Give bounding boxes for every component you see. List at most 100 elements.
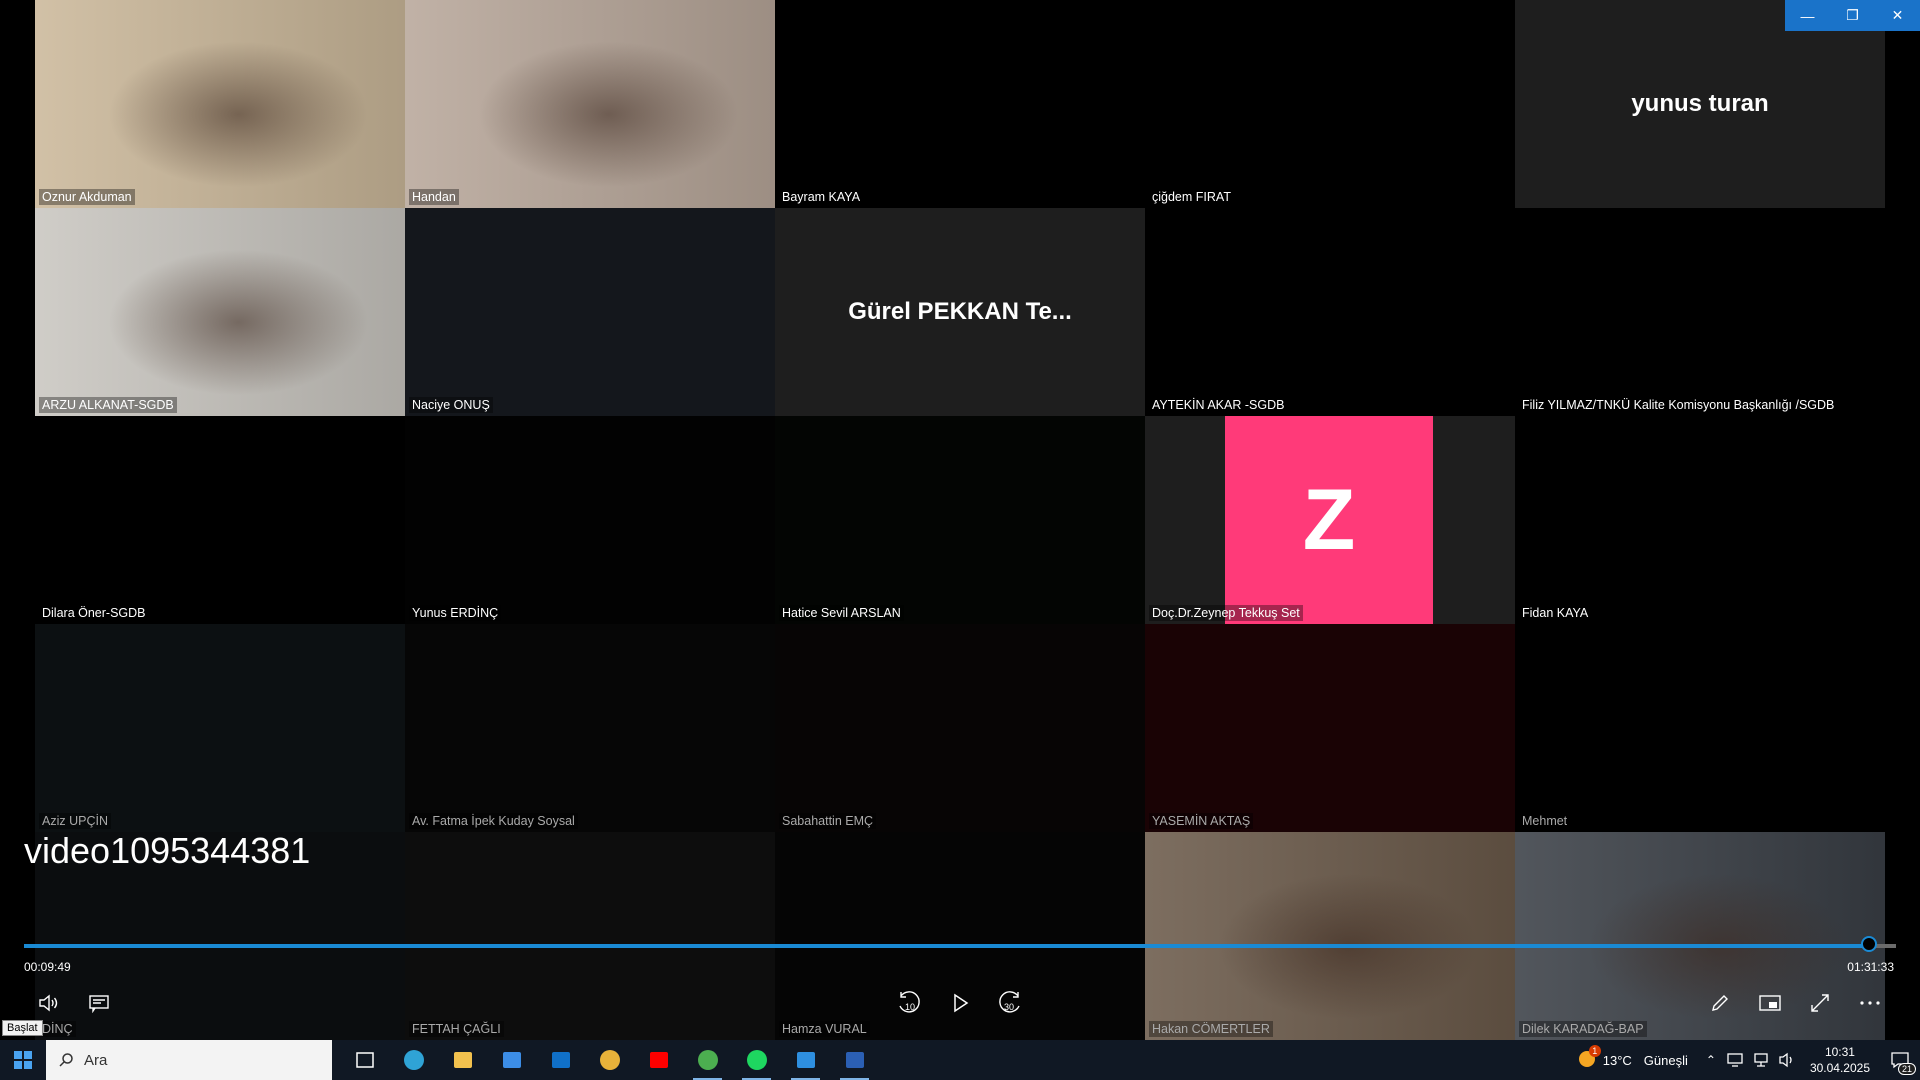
participant-name: Hamza VURAL xyxy=(779,1021,870,1037)
chrome-profile-icon xyxy=(697,1050,718,1070)
captions-icon xyxy=(89,995,109,1013)
speaker-icon[interactable] xyxy=(1778,1052,1796,1068)
clock-date: 30.04.2025 xyxy=(1809,1061,1870,1075)
participant-tile[interactable]: Oznur Akduman xyxy=(35,0,405,208)
fullscreen-icon xyxy=(1811,994,1829,1012)
participant-video xyxy=(35,208,405,416)
weather-badge: 1 xyxy=(1588,1044,1601,1057)
weather-widget[interactable]: 1 xyxy=(1577,1044,1601,1072)
participant-name: Fidan KAYA xyxy=(1519,605,1592,621)
start-tooltip: Başlat xyxy=(2,1020,43,1036)
volume-button[interactable] xyxy=(32,986,66,1020)
participant-grid: Oznur Akduman Handan Bayram KAYA çiğdem FIR… xyxy=(35,0,1885,1040)
participant-tile[interactable]: Gürel PEKKAN Te... xyxy=(775,208,1145,416)
participant-name: ARZU ALKANAT-SGDB xyxy=(39,397,177,413)
clock-time: 10:31 xyxy=(1824,1045,1855,1059)
miniplayer-icon xyxy=(1759,995,1781,1011)
miniplayer-button[interactable] xyxy=(1753,986,1787,1020)
participant-tile[interactable]: Handan xyxy=(405,0,775,208)
taskbar: Ara 1 13°C Güneşli ⌃ 10:31 30.04.2025 21 xyxy=(0,1040,1920,1080)
participant-tile[interactable]: çiğdem FIRAT xyxy=(1145,0,1515,208)
taskbar-app-button[interactable] xyxy=(585,1040,634,1080)
taskbar-app-button[interactable] xyxy=(536,1040,585,1080)
taskbar-app-button[interactable] xyxy=(781,1040,830,1080)
file-explorer-icon xyxy=(453,1052,472,1068)
participant-name: Handan xyxy=(409,189,459,205)
rewind-10-button[interactable]: 10 xyxy=(892,986,926,1020)
participant-tile[interactable]: Filiz YILMAZ/TNKÜ Kalite Komisyonu Başka… xyxy=(1515,208,1885,416)
participant-display-name: yunus turan xyxy=(1631,90,1769,117)
store-icon xyxy=(502,1052,521,1068)
system-tray: 1 13°C Güneşli ⌃ 10:31 30.04.2025 21 xyxy=(1577,1040,1920,1080)
participant-tile[interactable]: Naciye ONUŞ xyxy=(405,208,775,416)
participant-name: YASEMİN AKTAŞ xyxy=(1149,813,1254,829)
edge-icon xyxy=(403,1050,424,1070)
taskbar-app-button[interactable] xyxy=(732,1040,781,1080)
participant-tile[interactable]: FETTAH ÇAĞLI xyxy=(405,832,775,1040)
task-view-icon xyxy=(355,1052,374,1068)
participant-tile[interactable]: Yunus ERDİNÇ xyxy=(405,416,775,624)
chevron-up-icon[interactable]: ⌃ xyxy=(1706,1053,1716,1067)
search-icon xyxy=(59,1053,73,1067)
volume-icon xyxy=(39,994,58,1012)
media-player-icon xyxy=(796,1052,815,1068)
clock[interactable]: 10:31 30.04.2025 xyxy=(1810,1044,1870,1076)
start-button[interactable] xyxy=(0,1040,46,1080)
participant-tile[interactable]: Aziz UPÇİN xyxy=(35,624,405,832)
search-placeholder: Ara xyxy=(84,1051,108,1069)
windows-logo-icon xyxy=(14,1051,32,1069)
taskbar-search[interactable]: Ara xyxy=(46,1040,332,1080)
participant-tile[interactable]: Z Doç.Dr.Zeynep Tekkuş Set xyxy=(1145,416,1515,624)
participant-name: DİNÇ xyxy=(39,1021,76,1037)
play-button[interactable] xyxy=(943,986,977,1020)
seek-bar[interactable] xyxy=(24,936,1896,952)
more-button[interactable] xyxy=(1853,986,1887,1020)
participant-tile[interactable]: AYTEKİN AKAR -SGDB xyxy=(1145,208,1515,416)
participant-tile[interactable]: Dilara Öner-SGDB xyxy=(35,416,405,624)
participant-name: Sabahattin EMÇ xyxy=(779,813,877,829)
participant-tile[interactable]: yunus turan xyxy=(1515,0,1885,208)
participant-tile[interactable]: Sabahattin EMÇ xyxy=(775,624,1145,832)
participant-tile[interactable]: Bayram KAYA xyxy=(775,0,1145,208)
forward-30-icon: 30 xyxy=(999,991,1020,1013)
restore-button[interactable]: ❐ xyxy=(1830,0,1875,31)
captions-button[interactable] xyxy=(82,986,116,1020)
taskbar-app-button[interactable] xyxy=(830,1040,879,1080)
participant-tile[interactable]: ARZU ALKANAT-SGDB xyxy=(35,208,405,416)
taskbar-app-button[interactable] xyxy=(683,1040,732,1080)
youtube-icon xyxy=(649,1052,668,1068)
rewind-10-icon: 10 xyxy=(899,991,920,1013)
weather-text: Güneşli xyxy=(1643,1052,1688,1068)
participant-tile[interactable]: Av. Fatma İpek Kuday Soysal xyxy=(405,624,775,832)
participant-tile[interactable]: YASEMİN AKTAŞ xyxy=(1145,624,1515,832)
participant-name: Filiz YILMAZ/TNKÜ Kalite Komisyonu Başka… xyxy=(1519,397,1838,413)
participant-tile[interactable]: Hatice Sevil ARSLAN xyxy=(775,416,1145,624)
forward-30-button[interactable]: 30 xyxy=(993,986,1027,1020)
rewind-label: 10 xyxy=(905,1002,915,1012)
taskbar-app-button[interactable] xyxy=(340,1040,389,1080)
taskbar-app-button[interactable] xyxy=(389,1040,438,1080)
participant-name: Oznur Akduman xyxy=(39,189,135,205)
close-button[interactable]: ✕ xyxy=(1875,0,1920,31)
participant-name: Hakan CÖMERTLER xyxy=(1149,1021,1273,1037)
participant-name: FETTAH ÇAĞLI xyxy=(409,1021,504,1037)
minimize-button[interactable]: — xyxy=(1785,0,1830,31)
monitor-icon[interactable] xyxy=(1726,1052,1744,1068)
participant-tile[interactable]: Hakan CÖMERTLER xyxy=(1145,832,1515,1040)
taskbar-app-button[interactable] xyxy=(487,1040,536,1080)
participant-tile[interactable]: Mehmet xyxy=(1515,624,1885,832)
chrome-icon xyxy=(599,1050,620,1070)
taskbar-app-button[interactable] xyxy=(438,1040,487,1080)
participant-name: Av. Fatma İpek Kuday Soysal xyxy=(409,813,578,829)
fullscreen-button[interactable] xyxy=(1803,986,1837,1020)
outlook-icon xyxy=(551,1052,570,1068)
network-icon[interactable] xyxy=(1752,1052,1770,1068)
participant-tile[interactable]: Fidan KAYA xyxy=(1515,416,1885,624)
notification-center-button[interactable]: 21 xyxy=(1880,1040,1920,1080)
taskbar-app-button[interactable] xyxy=(634,1040,683,1080)
participant-name: AYTEKİN AKAR -SGDB xyxy=(1149,397,1288,413)
current-time: 00:09:49 xyxy=(24,960,71,974)
participant-name: Naciye ONUŞ xyxy=(409,397,493,413)
edit-button[interactable] xyxy=(1703,986,1737,1020)
play-icon xyxy=(954,993,969,1013)
